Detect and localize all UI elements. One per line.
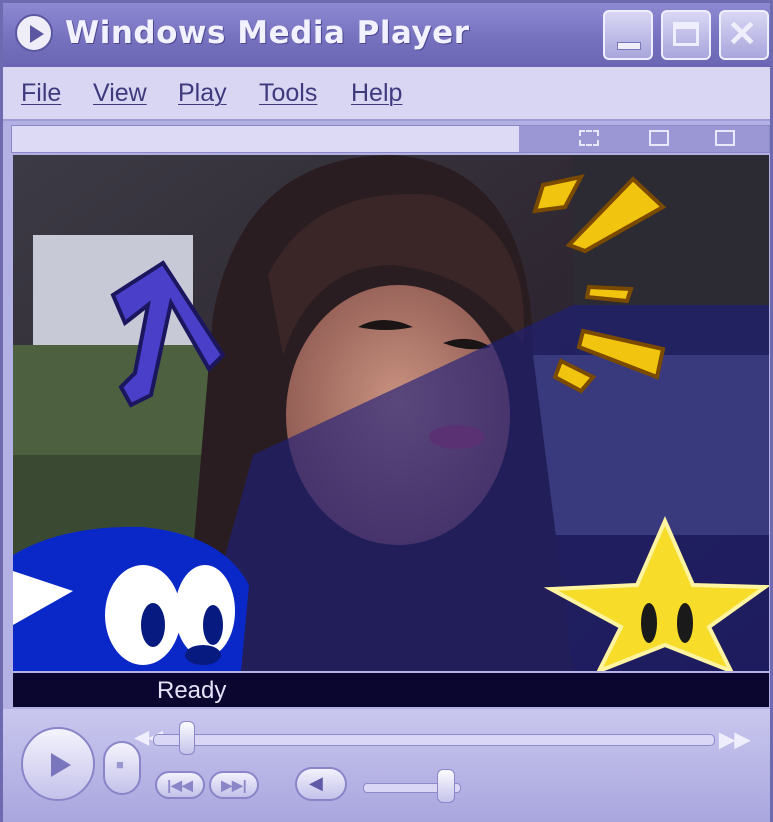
stop-button[interactable] bbox=[103, 741, 141, 795]
skin-mode-icon[interactable] bbox=[715, 130, 735, 146]
menu-view[interactable]: View bbox=[93, 79, 147, 108]
close-icon: ✕ bbox=[727, 13, 758, 54]
fast-forward-icon[interactable]: ▶▶ bbox=[719, 727, 750, 752]
minimize-icon bbox=[617, 42, 641, 50]
menu-help[interactable]: Help bbox=[351, 79, 402, 108]
mute-button[interactable] bbox=[295, 767, 347, 801]
media-player-app-icon bbox=[15, 14, 53, 52]
video-frame-image bbox=[13, 155, 769, 671]
menu-file[interactable]: File bbox=[21, 79, 61, 108]
menu-bar: File View Play Tools Help bbox=[3, 67, 770, 121]
full-mode-icon[interactable] bbox=[649, 130, 669, 146]
previous-track-button[interactable]: |◀◀ bbox=[155, 771, 205, 799]
view-toolbar bbox=[11, 125, 770, 153]
minimize-button[interactable] bbox=[603, 10, 653, 60]
status-bar: Ready bbox=[13, 673, 769, 707]
playback-controls: ◀◀ ▶▶ |◀◀ ▶▶| bbox=[3, 709, 770, 822]
maximize-icon bbox=[673, 22, 699, 46]
close-button[interactable]: ✕ bbox=[719, 10, 769, 60]
play-button[interactable] bbox=[21, 727, 95, 801]
maximize-button[interactable] bbox=[661, 10, 711, 60]
media-player-window: Windows Media Player ✕ File View Play To… bbox=[0, 0, 773, 822]
seek-thumb[interactable] bbox=[179, 721, 195, 755]
view-mode-strip bbox=[519, 126, 769, 152]
volume-thumb[interactable] bbox=[437, 769, 455, 803]
status-text: Ready bbox=[157, 677, 227, 704]
window-title: Windows Media Player bbox=[65, 15, 470, 51]
video-display[interactable] bbox=[13, 155, 769, 671]
next-track-button[interactable]: ▶▶| bbox=[209, 771, 259, 799]
compact-mode-icon[interactable] bbox=[579, 130, 599, 146]
title-bar[interactable]: Windows Media Player ✕ bbox=[3, 3, 770, 67]
menu-play[interactable]: Play bbox=[178, 79, 227, 108]
seek-bar[interactable] bbox=[153, 734, 715, 746]
menu-tools[interactable]: Tools bbox=[259, 79, 317, 108]
